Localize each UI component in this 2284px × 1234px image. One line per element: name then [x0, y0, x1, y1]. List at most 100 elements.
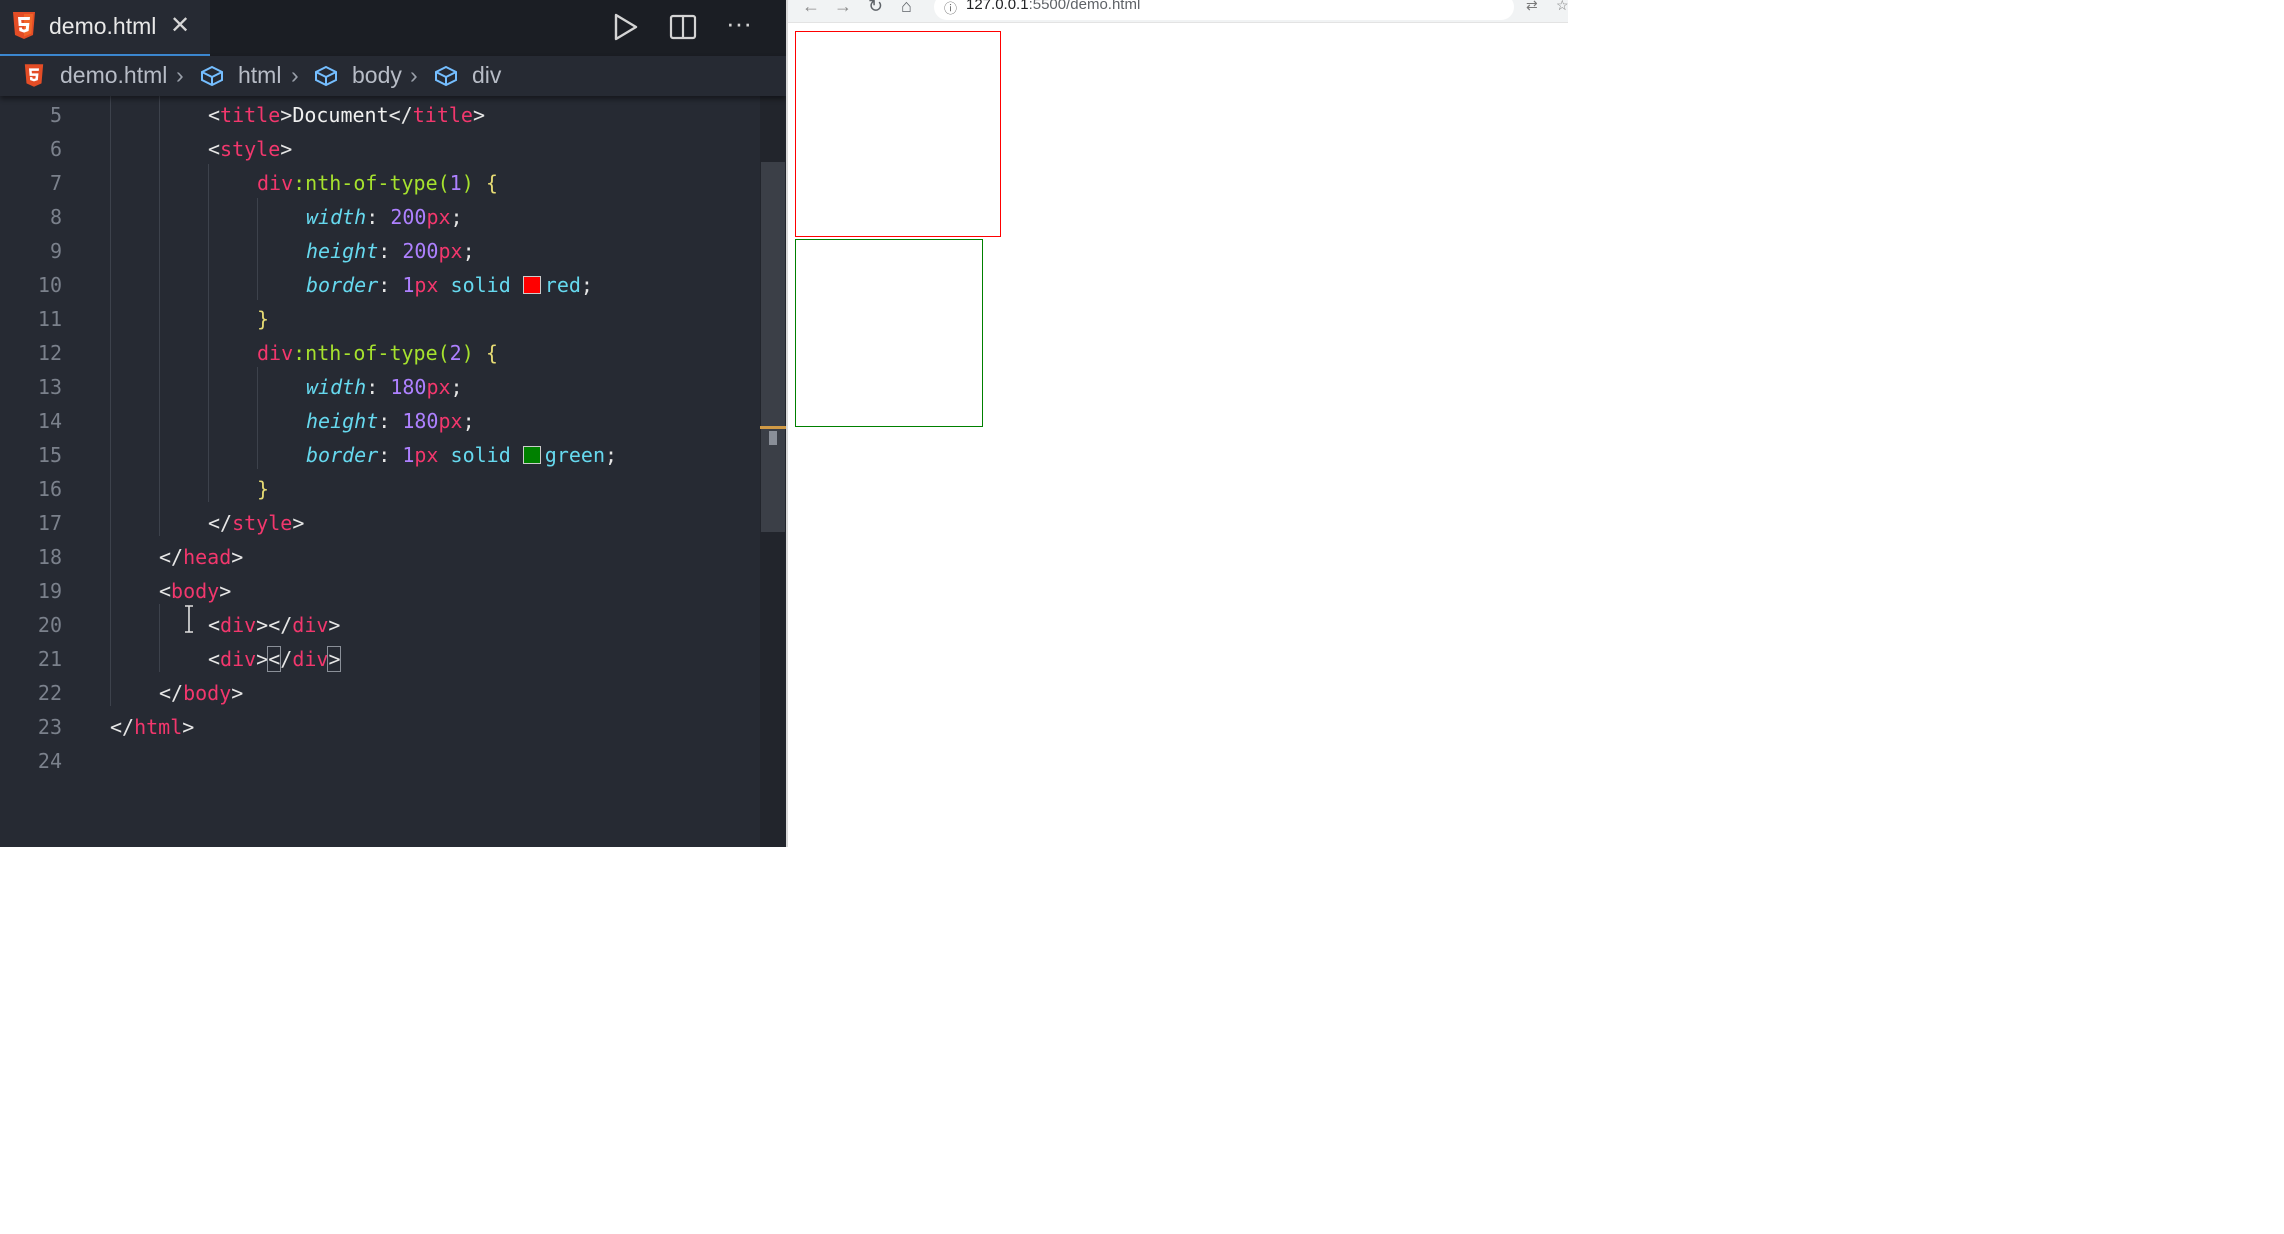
line-number: 8 — [49, 205, 62, 229]
indent-guide — [159, 604, 160, 672]
indent-guide — [110, 96, 111, 706]
code-token: html — [134, 715, 183, 739]
code-line-5: <title>Document</title> — [208, 103, 485, 127]
code-line-6: <style> — [208, 137, 293, 161]
translate-icon[interactable]: ⇄ — [1526, 0, 1538, 14]
line-number: 6 — [49, 137, 62, 161]
code-token: Document — [292, 103, 389, 127]
code-line-16: } — [257, 477, 270, 501]
code-token: div — [220, 613, 257, 637]
code-token: :nth-of-type( — [293, 341, 450, 365]
code-token: style — [220, 137, 281, 161]
tab-demo-html[interactable]: demo.html ✕ — [0, 0, 210, 56]
code-token: div — [257, 341, 294, 365]
line-number: 14 — [37, 409, 62, 433]
line-number: 16 — [37, 477, 62, 501]
close-icon[interactable]: ✕ — [170, 11, 190, 40]
code-token: div — [257, 171, 294, 195]
breadcrumb-item-body[interactable]: body — [352, 62, 402, 89]
code-token: body — [171, 579, 220, 603]
text-cursor-icon — [185, 605, 193, 633]
preview-div-2 — [795, 239, 983, 427]
forward-icon[interactable]: → — [834, 0, 852, 17]
line-number: 17 — [37, 511, 62, 535]
code-token: px — [414, 273, 439, 297]
code-token: solid — [450, 443, 511, 467]
preview-div-1 — [795, 31, 1001, 237]
bookmark-star-icon[interactable]: ☆ — [1556, 0, 1568, 14]
breadcrumb-item-html[interactable]: html — [238, 62, 281, 89]
tab-bar: demo.html ✕ ··· — [0, 0, 786, 56]
code-token: 1 — [402, 443, 415, 467]
code-token: div — [292, 613, 329, 637]
reload-icon[interactable]: ↻ — [868, 0, 883, 17]
chevron-right-icon: › — [176, 62, 184, 88]
code-token: head — [183, 545, 232, 569]
code-token: 200 — [390, 205, 427, 229]
line-number: 13 — [37, 375, 62, 399]
color-swatch-red[interactable] — [522, 276, 541, 294]
url-text: 127.0.0.1:5500/demo.html — [966, 0, 1141, 13]
line-number: 22 — [37, 681, 62, 705]
home-icon[interactable]: ⌂ — [901, 0, 912, 17]
indent-guide — [257, 367, 258, 469]
code-line-18: </head> — [159, 545, 244, 569]
breadcrumb-item-file[interactable]: demo.html — [60, 62, 167, 89]
line-number: 18 — [37, 545, 62, 569]
line-number: 20 — [37, 613, 62, 637]
line-number: 23 — [37, 715, 62, 739]
cube-icon — [201, 65, 223, 87]
chevron-right-icon: › — [291, 62, 299, 88]
code-token: px — [426, 205, 451, 229]
more-actions-icon[interactable]: ··· — [726, 8, 760, 42]
code-line-21: <div></div> — [208, 646, 342, 672]
code-token: red — [544, 273, 581, 297]
indent-guide — [208, 164, 209, 502]
code-line-22: </body> — [159, 681, 244, 705]
cube-icon — [315, 65, 337, 87]
line-number: 21 — [37, 647, 62, 671]
address-bar[interactable]: ⓘ 127.0.0.1:5500/demo.html — [934, 0, 1514, 20]
line-number: 19 — [37, 579, 62, 603]
code-line-10: border: 1px solid red; — [306, 273, 593, 297]
scrollbar-cursor-marker — [760, 426, 786, 429]
code-line-19: <body> — [159, 579, 232, 603]
code-area[interactable]: 5 6 7 8 9 10 11 12 13 14 15 16 17 18 19 20 21 22 23 24 <tit… — [0, 96, 760, 847]
code-line-11: } — [257, 307, 270, 331]
code-token: 200 — [402, 239, 439, 263]
play-icon[interactable] — [608, 10, 642, 44]
breadcrumb-item-div[interactable]: div — [472, 62, 501, 89]
code-token: border — [306, 273, 379, 297]
split-editor-icon[interactable] — [666, 10, 700, 44]
code-token: width — [306, 375, 367, 399]
tab-label: demo.html — [49, 13, 157, 39]
code-token: height — [306, 239, 379, 263]
color-swatch-green[interactable] — [522, 446, 541, 464]
code-token: px — [438, 409, 463, 433]
html5-icon — [24, 64, 44, 87]
code-token: px — [414, 443, 439, 467]
line-number: 5 — [49, 103, 62, 127]
code-line-20: <div></div> — [208, 613, 341, 637]
browser-toolbar: ← → ↻ ⌂ ⓘ 127.0.0.1:5500/demo.html ⇄ ☆ — [788, 0, 1568, 23]
editor-scrollbar[interactable] — [760, 96, 786, 847]
scrollbar-thumb[interactable] — [761, 162, 785, 532]
chevron-right-icon: › — [410, 62, 418, 88]
back-icon[interactable]: ← — [802, 0, 820, 17]
html5-icon — [13, 12, 35, 39]
code-line-12: div:nth-of-type(2) { — [257, 341, 498, 365]
site-info-icon[interactable]: ⓘ — [944, 0, 957, 17]
code-token: 1 — [449, 171, 462, 195]
code-token: px — [438, 239, 463, 263]
line-number: 10 — [37, 273, 62, 297]
code-token: div — [220, 647, 257, 671]
line-number: 11 — [37, 307, 62, 331]
code-line-7: div:nth-of-type(1) { — [257, 171, 498, 195]
line-number: 12 — [37, 341, 62, 365]
code-token: height — [306, 409, 379, 433]
code-line-23: </html> — [110, 715, 195, 739]
code-token: div — [292, 647, 329, 671]
code-token: green — [544, 443, 606, 467]
cube-icon — [435, 65, 457, 87]
code-line-9: height: 200px; — [306, 239, 475, 263]
